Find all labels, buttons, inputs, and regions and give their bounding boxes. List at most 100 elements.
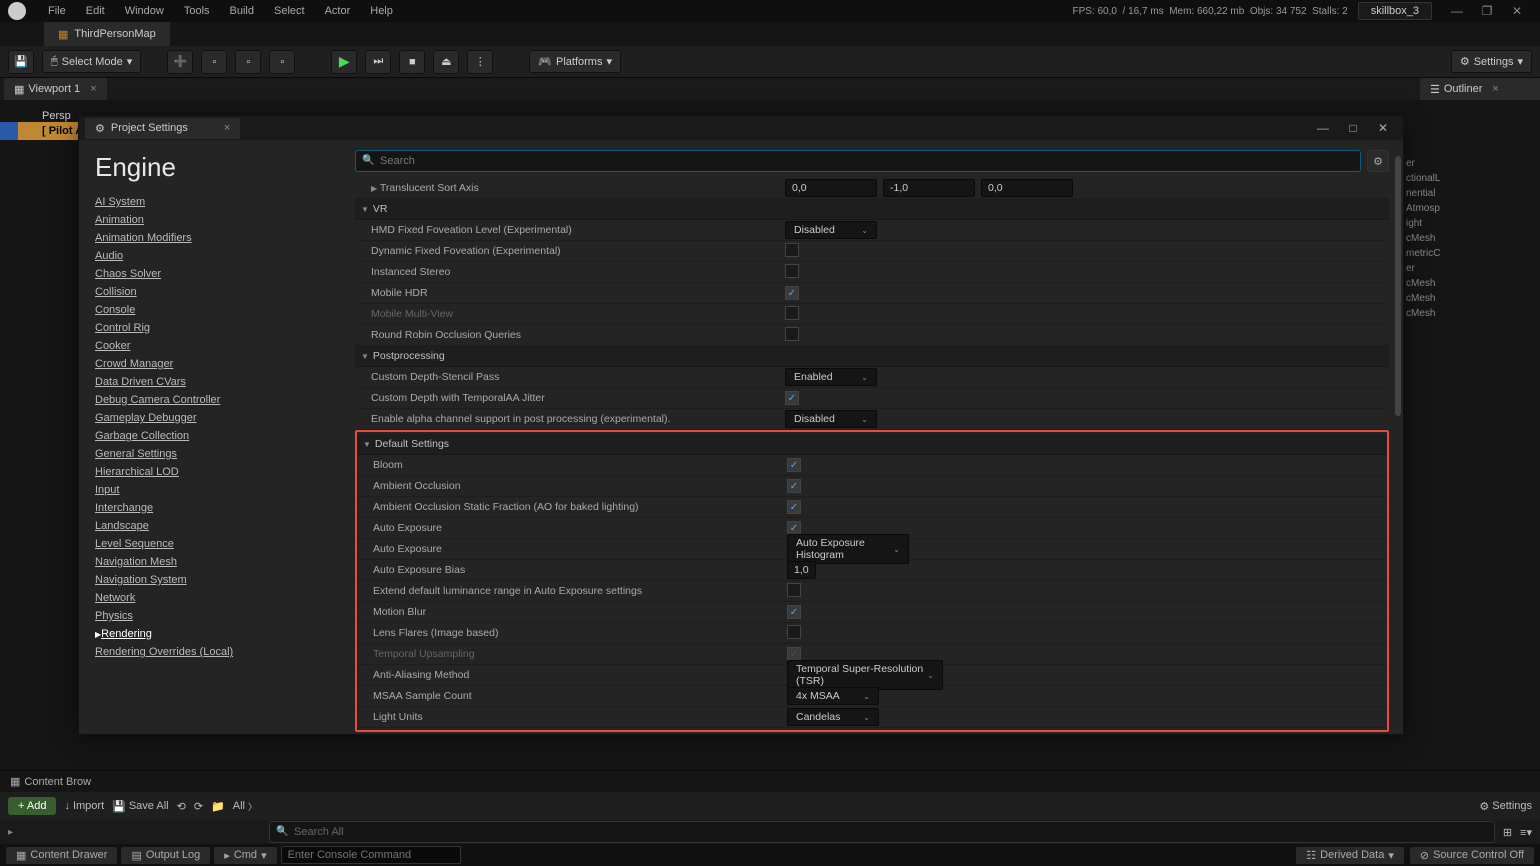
sidebar-item-input[interactable]: Input bbox=[95, 481, 325, 499]
search-settings-button[interactable]: ⚙ bbox=[1367, 150, 1389, 172]
blueprints-button[interactable]: ▫ bbox=[235, 50, 261, 74]
close-icon[interactable]: × bbox=[1492, 83, 1498, 95]
ao-static-checkbox[interactable] bbox=[787, 500, 801, 514]
select-mode-dropdown[interactable]: 🖱Select Mode▾ bbox=[42, 50, 141, 73]
sidebar-item-debug-camera[interactable]: Debug Camera Controller bbox=[95, 391, 325, 409]
auto-exposure-checkbox[interactable] bbox=[787, 521, 801, 535]
content-browser-tab[interactable]: ▦Content Brow bbox=[0, 772, 101, 791]
motion-blur-checkbox[interactable] bbox=[787, 605, 801, 619]
light-units-dropdown[interactable]: Candelas⌄ bbox=[787, 708, 879, 726]
minimize-button[interactable]: — bbox=[1442, 4, 1472, 18]
msaa-dropdown[interactable]: 4x MSAA⌄ bbox=[787, 687, 879, 705]
menu-select[interactable]: Select bbox=[264, 2, 315, 20]
sidebar-item-audio[interactable]: Audio bbox=[95, 247, 325, 265]
dynamic-foveation-checkbox[interactable] bbox=[785, 243, 799, 257]
auto-exposure-dropdown[interactable]: Auto Exposure Histogram⌄ bbox=[787, 534, 909, 564]
lens-flares-checkbox[interactable] bbox=[787, 625, 801, 639]
source-control-button[interactable]: ⊘ Source Control Off bbox=[1410, 847, 1534, 864]
sidebar-item-physics[interactable]: Physics bbox=[95, 607, 325, 625]
modal-close[interactable]: ✕ bbox=[1369, 121, 1397, 135]
sidebar-item-cooker[interactable]: Cooker bbox=[95, 337, 325, 355]
hmd-foveation-dropdown[interactable]: Disabled⌄ bbox=[785, 221, 877, 239]
menu-help[interactable]: Help bbox=[360, 2, 403, 20]
menu-file[interactable]: File bbox=[38, 2, 76, 20]
cinematics-button[interactable]: ▫ bbox=[269, 50, 295, 74]
sidebar-item-gameplay-debugger[interactable]: Gameplay Debugger bbox=[95, 409, 325, 427]
outliner-item[interactable]: cMesh bbox=[1400, 276, 1540, 291]
close-icon[interactable]: × bbox=[90, 83, 96, 95]
outliner-item[interactable]: er bbox=[1400, 156, 1540, 171]
sidebar-item-network[interactable]: Network bbox=[95, 589, 325, 607]
breadcrumb-all[interactable]: All 〉 bbox=[233, 800, 257, 813]
sidebar-item-animation[interactable]: Animation bbox=[95, 211, 325, 229]
sidebar-item-rendering[interactable]: Rendering bbox=[95, 625, 325, 643]
outliner-item[interactable]: Atmosp bbox=[1400, 201, 1540, 216]
extend-luminance-checkbox[interactable] bbox=[787, 583, 801, 597]
alpha-channel-dropdown[interactable]: Disabled⌄ bbox=[785, 410, 877, 428]
translucent-x-input[interactable]: 0,0 bbox=[785, 179, 877, 197]
play-options-button[interactable]: ⋮ bbox=[467, 50, 493, 74]
menu-window[interactable]: Window bbox=[115, 2, 174, 20]
bloom-checkbox[interactable] bbox=[787, 458, 801, 472]
menu-tools[interactable]: Tools bbox=[174, 2, 220, 20]
sidebar-item-console[interactable]: Console bbox=[95, 301, 325, 319]
close-button[interactable]: ✕ bbox=[1502, 4, 1532, 18]
outliner-item[interactable]: cMesh bbox=[1400, 291, 1540, 306]
history-fwd-button[interactable]: ⟳ bbox=[194, 800, 203, 813]
sidebar-item-chaos-solver[interactable]: Chaos Solver bbox=[95, 265, 325, 283]
console-input[interactable] bbox=[281, 846, 461, 864]
translucent-y-input[interactable]: -1,0 bbox=[883, 179, 975, 197]
cmd-dropdown[interactable]: ▸ Cmd ▾ bbox=[214, 847, 276, 864]
sidebar-item-general-settings[interactable]: General Settings bbox=[95, 445, 325, 463]
translucent-z-input[interactable]: 0,0 bbox=[981, 179, 1073, 197]
sidebar-item-collision[interactable]: Collision bbox=[95, 283, 325, 301]
instanced-stereo-checkbox[interactable] bbox=[785, 264, 799, 278]
sidebar-item-control-rig[interactable]: Control Rig bbox=[95, 319, 325, 337]
platforms-dropdown[interactable]: 🎮Platforms▾ bbox=[529, 50, 621, 73]
stop-button[interactable]: ■ bbox=[399, 50, 425, 74]
outliner-item[interactable]: ctionalL bbox=[1400, 171, 1540, 186]
project-settings-tab[interactable]: ⚙Project Settings× bbox=[85, 118, 240, 139]
filter-icon[interactable]: ⊞ bbox=[1503, 826, 1512, 839]
sidebar-item-rendering-overrides[interactable]: Rendering Overrides (Local) bbox=[95, 643, 325, 661]
menu-actor[interactable]: Actor bbox=[315, 2, 361, 20]
auto-exposure-bias-input[interactable]: 1,0 bbox=[787, 561, 816, 579]
outliner-tab[interactable]: ☰Outliner× bbox=[1420, 78, 1540, 100]
aa-method-dropdown[interactable]: Temporal Super-Resolution (TSR)⌄ bbox=[787, 660, 943, 690]
ao-checkbox[interactable] bbox=[787, 479, 801, 493]
outliner-item[interactable]: er bbox=[1400, 261, 1540, 276]
menu-edit[interactable]: Edit bbox=[76, 2, 115, 20]
modal-maximize[interactable]: □ bbox=[1339, 121, 1367, 135]
sidebar-item-ai-system[interactable]: AI System bbox=[95, 193, 325, 211]
sidebar-item-animation-modifiers[interactable]: Animation Modifiers bbox=[95, 229, 325, 247]
marketplace-button[interactable]: ▫ bbox=[201, 50, 227, 74]
output-log-button[interactable]: ▤ Output Log bbox=[121, 847, 210, 864]
outliner-item[interactable]: ight bbox=[1400, 216, 1540, 231]
sidebar-item-hierarchical-lod[interactable]: Hierarchical LOD bbox=[95, 463, 325, 481]
add-button[interactable]: + Add bbox=[8, 797, 56, 815]
sidebar-item-landscape[interactable]: Landscape bbox=[95, 517, 325, 535]
mobile-hdr-checkbox[interactable] bbox=[785, 286, 799, 300]
settings-dropdown[interactable]: ⚙Settings▾ bbox=[1451, 50, 1532, 73]
eject-button[interactable]: ⏏ bbox=[433, 50, 459, 74]
depth-jitter-checkbox[interactable] bbox=[785, 391, 799, 405]
user-badge[interactable]: skillbox_3 bbox=[1358, 2, 1432, 20]
play-button[interactable]: ▶ bbox=[331, 50, 357, 74]
sidebar-item-data-driven-cvars[interactable]: Data Driven CVars bbox=[95, 373, 325, 391]
depth-stencil-dropdown[interactable]: Enabled⌄ bbox=[785, 368, 877, 386]
outliner-item[interactable]: cMesh bbox=[1400, 231, 1540, 246]
cb-settings-button[interactable]: ⚙ Settings bbox=[1479, 800, 1532, 813]
derived-data-button[interactable]: ☷ Derived Data ▾ bbox=[1296, 847, 1404, 864]
sidebar-item-crowd-manager[interactable]: Crowd Manager bbox=[95, 355, 325, 373]
perspective-label[interactable]: Persp bbox=[42, 110, 71, 122]
close-icon[interactable]: × bbox=[224, 122, 230, 134]
outliner-item[interactable]: cMesh bbox=[1400, 306, 1540, 321]
sidebar-item-navigation-system[interactable]: Navigation System bbox=[95, 571, 325, 589]
skip-button[interactable]: ⏭ bbox=[365, 50, 391, 74]
sidebar-item-interchange[interactable]: Interchange bbox=[95, 499, 325, 517]
outliner-item[interactable]: metricC bbox=[1400, 246, 1540, 261]
sidebar-item-garbage-collection[interactable]: Garbage Collection bbox=[95, 427, 325, 445]
save-button[interactable]: 💾 bbox=[8, 50, 34, 74]
search-input[interactable]: Search bbox=[355, 150, 1361, 172]
outliner-item[interactable]: nential bbox=[1400, 186, 1540, 201]
